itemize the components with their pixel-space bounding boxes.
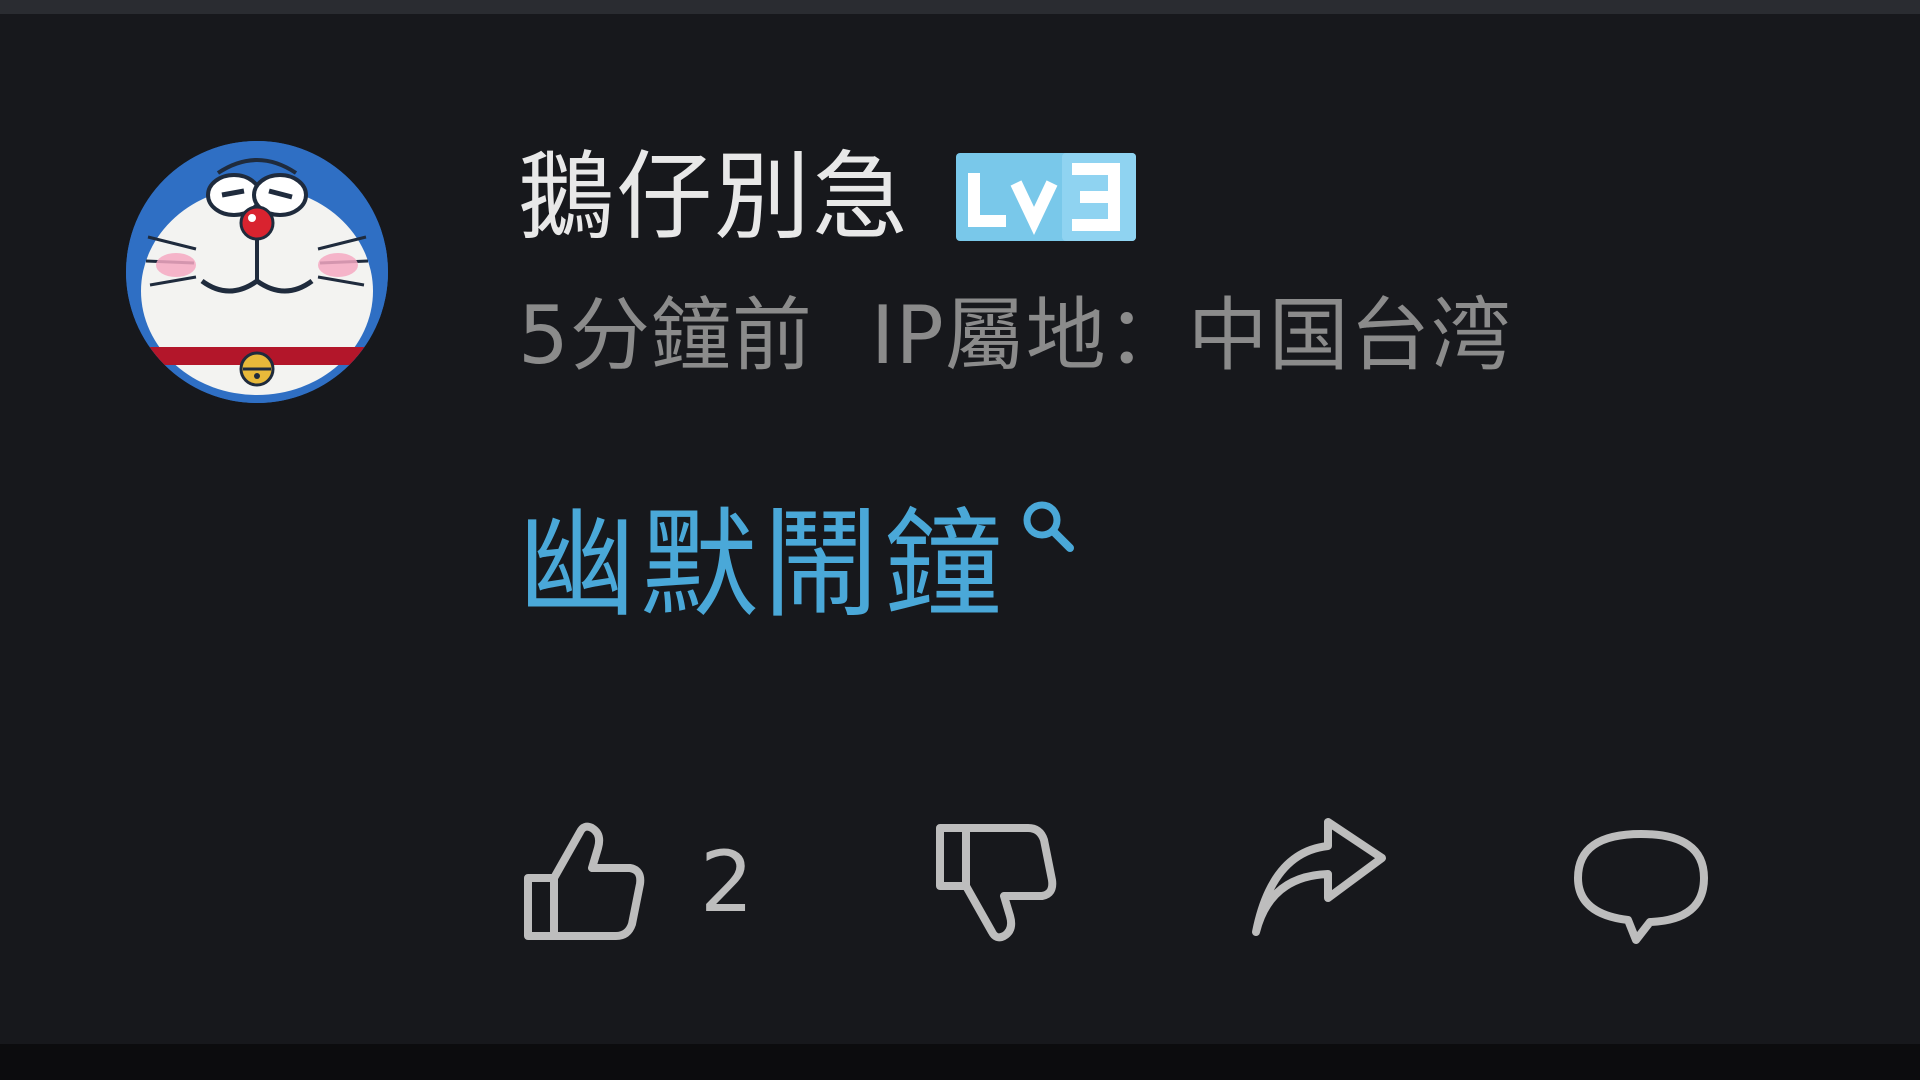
reply-button[interactable]: [1570, 812, 1712, 952]
search-icon[interactable]: [1018, 496, 1076, 554]
thumbs-up-icon: [524, 822, 645, 940]
username[interactable]: 鵝仔別急: [518, 130, 910, 264]
level-label: LV3: [956, 241, 957, 242]
comment-block: 鵝仔別急 LV3 5分鐘前 IP屬地：中国台湾 幽默鬧鐘: [518, 130, 1838, 634]
comment-header: 鵝仔別急 LV3: [518, 130, 1838, 264]
comment-search-link[interactable]: 幽默鬧鐘: [518, 469, 1006, 640]
doraemon-avatar-icon: [126, 141, 388, 403]
share-arrow-icon: [1252, 818, 1386, 936]
level-badge: LV3: [956, 153, 1136, 241]
timestamp: 5分鐘前: [518, 289, 813, 382]
reply-bubble-icon: [1574, 830, 1708, 944]
bottom-band: [0, 1044, 1920, 1080]
level-3-badge-icon: [956, 153, 1136, 241]
top-divider: [0, 0, 1920, 14]
share-button[interactable]: [1246, 812, 1392, 952]
ip-location: IP屬地：中国台湾: [870, 289, 1512, 382]
dislike-button[interactable]: [930, 812, 1062, 952]
comment-meta: 5分鐘前 IP屬地：中国台湾: [518, 274, 1838, 384]
like-button[interactable]: 2: [518, 812, 753, 952]
comment-body: 幽默鬧鐘: [518, 484, 1838, 634]
comment-screen: 鵝仔別急 LV3 5分鐘前 IP屬地：中国台湾 幽默鬧鐘: [0, 0, 1920, 1080]
avatar[interactable]: [126, 141, 388, 403]
like-count: 2: [700, 833, 754, 931]
comment-actions: 2: [518, 812, 1718, 952]
thumbs-down-icon: [936, 824, 1057, 942]
